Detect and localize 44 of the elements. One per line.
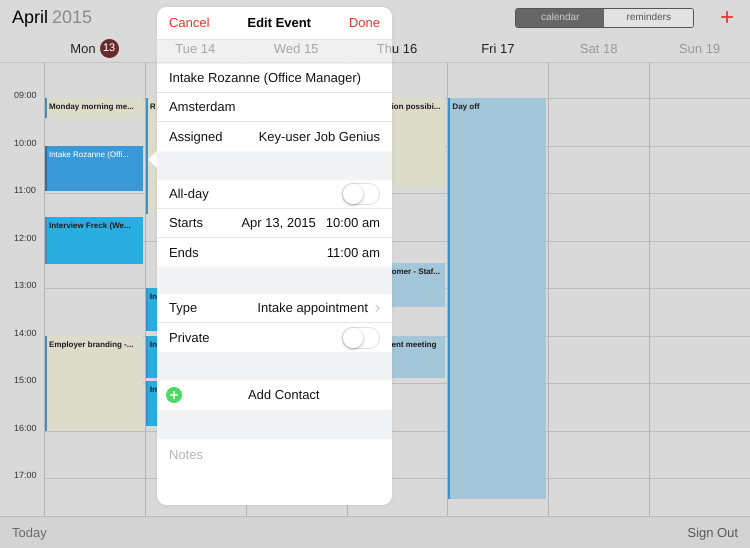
sign-out-button[interactable]: Sign Out <box>687 522 738 542</box>
time-label: 10:00 <box>14 136 37 150</box>
row-label: Starts <box>169 214 203 232</box>
cancel-button[interactable]: Cancel <box>169 13 210 33</box>
plus-circle-icon[interactable] <box>166 387 182 403</box>
day-label: Mon <box>70 40 96 58</box>
toggle-switch[interactable] <box>342 326 380 348</box>
row-label: All-day <box>169 185 209 204</box>
calendar-event[interactable]: Day off <box>448 98 546 500</box>
calendar-event[interactable]: Employer branding -... <box>45 336 143 430</box>
today-date-badge: 13 <box>100 39 119 58</box>
day-label: Tue 14 <box>175 40 216 58</box>
time-label: 11:00 <box>14 184 36 197</box>
chevron-right-icon <box>375 304 380 312</box>
notes-field[interactable]: Notes <box>157 439 392 505</box>
row-label: Assigned <box>169 128 222 146</box>
time-label: 17:00 <box>14 469 37 482</box>
row-label: Private <box>169 328 210 347</box>
row-value[interactable]: 10:00 am <box>326 213 380 233</box>
row-label: Type <box>169 299 198 318</box>
calendar-event[interactable]: Interview Freck (We... <box>45 216 143 264</box>
date-value[interactable]: Apr 13, 2015 <box>241 213 316 233</box>
time-label: 14:00 <box>14 326 37 340</box>
done-button[interactable]: Done <box>348 13 380 33</box>
segment-tab[interactable]: reminders <box>604 8 693 26</box>
time-label: 13:00 <box>14 279 37 292</box>
toggle-switch[interactable] <box>342 183 380 205</box>
calendar-event[interactable]: Monday morning me... <box>45 98 143 118</box>
day-label: Sun 19 <box>678 40 720 58</box>
day-label: Wed 15 <box>274 40 318 58</box>
row-label: Ends <box>169 244 199 262</box>
today-button[interactable]: Today <box>12 522 47 542</box>
day-label: Sat 18 <box>580 40 618 58</box>
time-label: 16:00 <box>14 422 37 434</box>
time-label: 09:00 <box>14 89 37 102</box>
time-label: 15:00 <box>14 374 37 387</box>
day-label: Thu 16 <box>376 40 418 58</box>
year-label: 2015 <box>52 6 92 29</box>
popover-title: Edit Event <box>247 14 311 32</box>
day-label: Fri 17 <box>481 40 514 58</box>
row-value[interactable]: 11:00 am <box>326 242 380 262</box>
time-label: 12:00 <box>14 232 37 244</box>
month-label: April <box>12 6 48 29</box>
event-field[interactable]: Amsterdam <box>169 97 236 117</box>
